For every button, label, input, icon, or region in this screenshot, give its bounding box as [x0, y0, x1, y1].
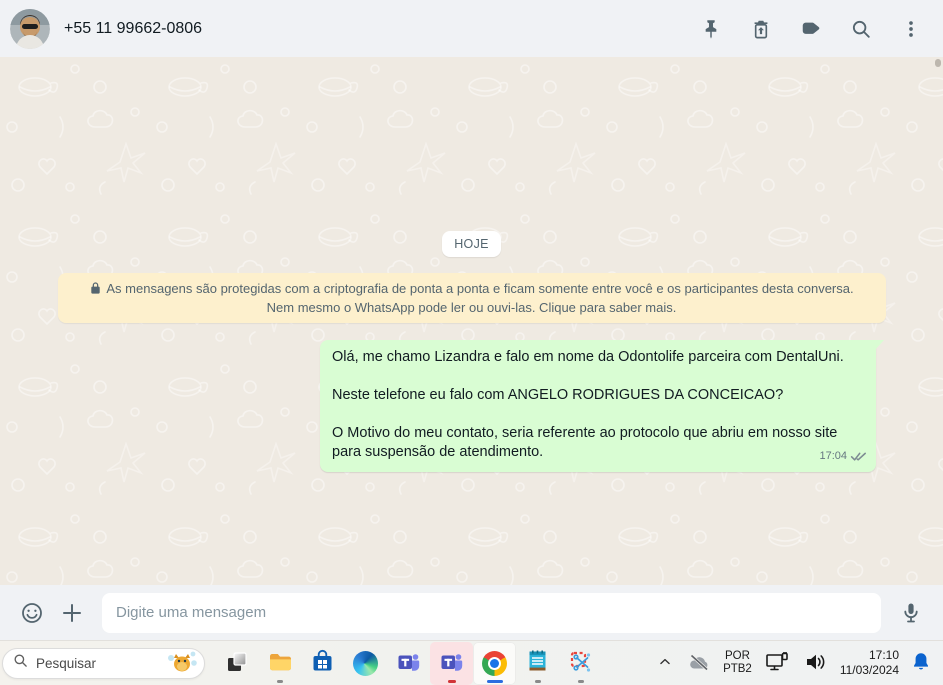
message-paragraph: Olá, me chamo Lizandra e falo em nome da… — [332, 349, 844, 365]
search-highlight-critter-icon — [164, 648, 198, 679]
language-line2: PTB2 — [723, 663, 752, 675]
teams-alert-button[interactable] — [430, 641, 473, 685]
snipping-tool-icon — [568, 649, 593, 677]
contact-avatar[interactable] — [10, 8, 50, 49]
header-actions — [683, 7, 933, 51]
system-tray: POR PTB2 17:10 11/03/2024 — [655, 648, 943, 678]
teams-alert-icon — [439, 649, 465, 678]
message-paragraph: Neste telefone eu falo com ANGELO RODRIG… — [332, 387, 784, 403]
notepad-button[interactable] — [516, 642, 559, 685]
plus-icon — [60, 601, 84, 625]
message-time: 17:04 — [819, 450, 847, 462]
trash-restore-button[interactable] — [739, 7, 783, 51]
search-icon — [850, 18, 872, 40]
attention-indicator — [447, 679, 456, 683]
message-paragraph: O Motivo do meu contato, seria referente… — [332, 425, 838, 460]
file-explorer-icon — [267, 649, 293, 678]
teams-button[interactable] — [387, 642, 430, 685]
notepad-icon — [525, 649, 550, 677]
contact-name[interactable]: +55 11 99662-0806 — [64, 20, 202, 38]
emoji-button[interactable] — [12, 593, 52, 633]
windows-taskbar: Pesquisar POR PTB2 17:10 11/03/2024 — [0, 640, 943, 685]
attach-button[interactable] — [52, 593, 92, 633]
avatar-image — [10, 8, 50, 49]
message-input[interactable] — [102, 592, 881, 633]
encryption-notice[interactable]: As mensagens são protegidas com a cripto… — [57, 273, 886, 323]
message-meta: 17:04 — [819, 447, 867, 466]
edge-icon — [353, 650, 378, 676]
snipping-tool-button[interactable] — [559, 642, 602, 685]
date-divider: HOJE — [442, 231, 501, 257]
chat-area: HOJE As mensagens são protegidas com a c… — [0, 57, 943, 585]
running-indicator — [577, 679, 584, 683]
taskbar-clock[interactable]: 17:10 11/03/2024 — [840, 648, 899, 678]
label-button[interactable] — [789, 7, 833, 51]
network-button[interactable] — [762, 649, 792, 678]
onedrive-offline-icon — [687, 652, 711, 675]
label-icon — [800, 18, 822, 40]
notification-bell-icon — [911, 651, 931, 676]
lock-icon — [91, 282, 101, 294]
volume-button[interactable] — [802, 650, 830, 677]
search-label: Pesquisar — [36, 655, 97, 671]
chat-header: +55 11 99662-0806 — [0, 0, 943, 57]
taskbar-apps — [215, 641, 602, 685]
chrome-button[interactable] — [473, 641, 516, 685]
pin-icon — [700, 18, 722, 40]
kebab-menu-icon — [900, 18, 922, 40]
tray-overflow-button[interactable] — [655, 653, 675, 674]
chrome-icon — [482, 650, 507, 676]
search-icon — [13, 653, 28, 673]
microsoft-store-button[interactable] — [301, 642, 344, 685]
chat-content: HOJE As mensagens são protegidas com a c… — [0, 57, 943, 585]
search-button[interactable] — [839, 7, 883, 51]
chevron-up-icon — [657, 655, 673, 672]
language-indicator[interactable]: POR PTB2 — [723, 650, 752, 676]
trash-restore-icon — [750, 18, 772, 40]
running-indicator — [276, 679, 283, 683]
onedrive-status-button[interactable] — [685, 650, 713, 677]
task-view-icon — [225, 650, 249, 677]
double-check-icon — [850, 452, 866, 461]
outgoing-message-bubble: Olá, me chamo Lizandra e falo em nome da… — [320, 340, 884, 472]
composer-bar — [0, 585, 943, 640]
bubble-tail — [875, 340, 884, 350]
file-explorer-button[interactable] — [258, 642, 301, 685]
mic-button[interactable] — [891, 593, 931, 633]
taskbar-search[interactable]: Pesquisar — [2, 647, 205, 679]
microsoft-store-icon — [310, 649, 335, 677]
message-row: Olá, me chamo Lizandra e falo em nome da… — [0, 340, 943, 472]
teams-icon — [396, 649, 422, 678]
clock-date: 11/03/2024 — [839, 663, 899, 677]
task-view-button[interactable] — [215, 642, 258, 685]
language-line1: POR — [724, 650, 750, 662]
edge-button[interactable] — [344, 642, 387, 685]
active-indicator — [486, 679, 503, 683]
notifications-button[interactable] — [909, 649, 933, 678]
clock-time: 17:10 — [868, 648, 899, 662]
menu-button[interactable] — [889, 7, 933, 51]
pin-button[interactable] — [689, 7, 733, 51]
mic-icon — [899, 601, 923, 625]
volume-icon — [804, 652, 828, 675]
emoji-icon — [20, 601, 44, 625]
encryption-notice-text: As mensagens são protegidas com a cripto… — [106, 281, 854, 315]
running-indicator — [534, 679, 541, 683]
ethernet-icon — [764, 651, 790, 676]
whatsapp-window: +55 11 99662-0806 HOJE As mensagens são … — [0, 0, 943, 685]
